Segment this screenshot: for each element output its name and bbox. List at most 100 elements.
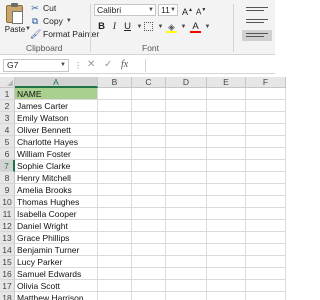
name-cell[interactable]: Grace Phillips: [15, 232, 98, 244]
empty-cell[interactable]: [166, 148, 207, 160]
row-header[interactable]: 17: [0, 280, 15, 292]
column-header-e[interactable]: E: [207, 77, 246, 88]
name-cell[interactable]: Lucy Parker: [15, 256, 98, 268]
empty-cell[interactable]: [132, 232, 166, 244]
name-cell[interactable]: Isabella Cooper: [15, 208, 98, 220]
name-cell[interactable]: Oliver Bennett: [15, 124, 98, 136]
empty-cell[interactable]: [246, 184, 286, 196]
empty-cell[interactable]: [246, 160, 286, 172]
cut-button[interactable]: ✂ Cut: [30, 2, 56, 13]
empty-cell[interactable]: [207, 292, 246, 300]
empty-cell[interactable]: [98, 220, 132, 232]
empty-cell[interactable]: [246, 280, 286, 292]
name-cell[interactable]: Thomas Hughes: [15, 196, 98, 208]
row-header[interactable]: 16: [0, 268, 15, 280]
empty-cell[interactable]: [207, 280, 246, 292]
empty-cell[interactable]: [166, 172, 207, 184]
name-box[interactable]: G7 ▼: [3, 59, 69, 72]
empty-cell[interactable]: [98, 208, 132, 220]
column-header-c[interactable]: C: [132, 77, 166, 88]
empty-cell[interactable]: [246, 172, 286, 184]
decrease-font-size-button[interactable]: A▼: [196, 4, 206, 19]
empty-cell[interactable]: [207, 196, 246, 208]
empty-cell[interactable]: [132, 172, 166, 184]
empty-cell[interactable]: [132, 256, 166, 268]
empty-cell[interactable]: [98, 88, 132, 100]
column-header-d[interactable]: D: [166, 77, 207, 88]
borders-button[interactable]: [143, 21, 154, 33]
empty-cell[interactable]: [166, 280, 207, 292]
empty-cell[interactable]: [98, 184, 132, 196]
empty-cell[interactable]: [132, 136, 166, 148]
font-size-select[interactable]: 11 ▼: [158, 4, 178, 16]
alignment-buttons[interactable]: [240, 5, 275, 41]
empty-cell[interactable]: [98, 232, 132, 244]
name-cell[interactable]: Samuel Edwards: [15, 268, 98, 280]
empty-cell[interactable]: [132, 124, 166, 136]
enter-icon[interactable]: ✓: [104, 59, 112, 70]
row-header[interactable]: 15: [0, 256, 15, 268]
empty-cell[interactable]: [132, 100, 166, 112]
copy-button[interactable]: ⧉ Copy ▼: [30, 15, 72, 26]
name-cell[interactable]: Matthew Harrison: [15, 292, 98, 300]
font-color-dropdown-icon[interactable]: ▼: [202, 21, 213, 33]
empty-cell[interactable]: [132, 244, 166, 256]
row-header[interactable]: 7: [0, 160, 15, 172]
row-header[interactable]: 10: [0, 196, 15, 208]
empty-cell[interactable]: [246, 232, 286, 244]
empty-cell[interactable]: [166, 268, 207, 280]
empty-cell[interactable]: [166, 220, 207, 232]
empty-cell[interactable]: [166, 196, 207, 208]
empty-cell[interactable]: [207, 232, 246, 244]
row-header[interactable]: 14: [0, 244, 15, 256]
fill-dropdown-icon[interactable]: ▼: [178, 21, 189, 33]
empty-cell[interactable]: [166, 136, 207, 148]
empty-cell[interactable]: [98, 244, 132, 256]
empty-cell[interactable]: [246, 112, 286, 124]
row-header[interactable]: 11: [0, 208, 15, 220]
name-cell[interactable]: Benjamin Turner: [15, 244, 98, 256]
empty-cell[interactable]: [207, 88, 246, 100]
empty-cell[interactable]: [98, 112, 132, 124]
empty-cell[interactable]: [207, 136, 246, 148]
empty-cell[interactable]: [132, 184, 166, 196]
column-header-b[interactable]: B: [98, 77, 132, 88]
empty-cell[interactable]: [207, 268, 246, 280]
increase-font-size-button[interactable]: A▲: [182, 4, 193, 18]
empty-cell[interactable]: [98, 256, 132, 268]
empty-cell[interactable]: [132, 220, 166, 232]
insert-function-button[interactable]: fx: [121, 59, 128, 70]
header-cell[interactable]: NAME: [15, 88, 98, 100]
name-cell[interactable]: James Carter: [15, 100, 98, 112]
empty-cell[interactable]: [246, 196, 286, 208]
row-header[interactable]: 1: [0, 88, 15, 100]
italic-button[interactable]: I: [109, 21, 120, 33]
empty-cell[interactable]: [246, 256, 286, 268]
empty-cell[interactable]: [246, 292, 286, 300]
empty-cell[interactable]: [132, 112, 166, 124]
row-header[interactable]: 18: [0, 292, 15, 300]
empty-cell[interactable]: [98, 124, 132, 136]
borders-dropdown-icon[interactable]: ▼: [155, 21, 166, 33]
row-header[interactable]: 13: [0, 232, 15, 244]
empty-cell[interactable]: [246, 136, 286, 148]
empty-cell[interactable]: [98, 148, 132, 160]
empty-cell[interactable]: [166, 124, 207, 136]
empty-cell[interactable]: [246, 268, 286, 280]
name-cell[interactable]: Sophie Clarke: [15, 160, 98, 172]
name-cell[interactable]: Olivia Scott: [15, 280, 98, 292]
empty-cell[interactable]: [207, 160, 246, 172]
formula-input[interactable]: [145, 59, 275, 72]
copy-dropdown-icon[interactable]: ▼: [66, 18, 72, 24]
empty-cell[interactable]: [166, 112, 207, 124]
empty-cell[interactable]: [132, 280, 166, 292]
empty-cell[interactable]: [207, 112, 246, 124]
fill-color-button[interactable]: ◈: [166, 21, 177, 33]
name-cell[interactable]: Daniel Wright: [15, 220, 98, 232]
empty-cell[interactable]: [207, 244, 246, 256]
empty-cell[interactable]: [207, 208, 246, 220]
empty-cell[interactable]: [132, 208, 166, 220]
empty-cell[interactable]: [246, 220, 286, 232]
empty-cell[interactable]: [166, 88, 207, 100]
empty-cell[interactable]: [132, 196, 166, 208]
